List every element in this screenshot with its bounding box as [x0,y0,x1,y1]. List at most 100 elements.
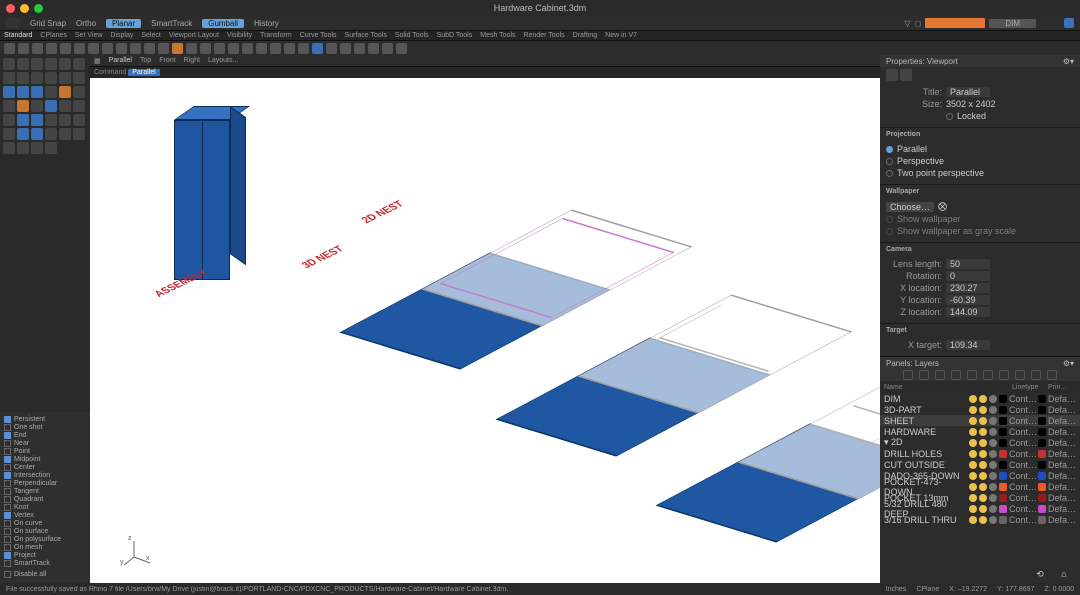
bulb-icon[interactable] [969,428,977,436]
tool-icon[interactable] [4,43,15,54]
print-swatch[interactable] [1038,395,1046,403]
lock-icon[interactable] [989,417,997,425]
rotation-field[interactable]: 0 [946,271,990,281]
palette-tool-icon[interactable] [73,128,85,140]
lock-icon[interactable] [989,439,997,447]
color-swatch[interactable] [999,505,1007,513]
layer-tool-icon[interactable] [1031,370,1041,380]
print-swatch[interactable] [1038,428,1046,436]
palette-tool-icon[interactable] [17,128,29,140]
lock-icon[interactable] [989,505,997,513]
color-swatch[interactable] [999,439,1007,447]
bulb-icon[interactable] [979,505,987,513]
print-cell[interactable]: Defa… [1048,394,1076,404]
print-swatch[interactable] [1038,439,1046,447]
osnap-on-polysurface[interactable]: On polysurface [4,536,86,543]
layer-row[interactable]: 5/32 DRILL 480 DEEPCont…Defa… [880,503,1080,514]
palette-tool-icon[interactable] [45,114,57,126]
checkbox-icon[interactable] [4,456,11,463]
layer-row[interactable]: ▾ 2DCont…Defa… [880,437,1080,448]
print-cell[interactable]: Defa… [1048,416,1076,426]
bulb-icon[interactable] [969,417,977,425]
print-swatch[interactable] [1038,406,1046,414]
palette-tool-icon[interactable] [45,128,57,140]
palette-tool-icon[interactable] [59,58,71,70]
bulb-icon[interactable] [979,417,987,425]
linetype-cell[interactable]: Cont… [1009,515,1037,525]
palette-tool-icon[interactable] [73,100,85,112]
checkbox-icon[interactable] [4,496,11,503]
palette-tool-icon[interactable] [45,86,57,98]
palette-tool-icon[interactable] [3,100,15,112]
palette-tool-icon[interactable] [45,58,57,70]
tab-setview[interactable]: Set View [75,32,103,39]
color-swatch[interactable] [999,494,1007,502]
tool-icon[interactable] [158,43,169,54]
app-icon[interactable] [6,18,20,28]
layer-row[interactable]: CUT OUTSIDECont…Defa… [880,459,1080,470]
prop-tab-icon[interactable] [886,69,898,81]
tab-layouts[interactable]: Layouts... [208,57,238,64]
layer-row[interactable]: DIMCont…Defa… [880,393,1080,404]
tab-parallel[interactable]: Parallel [109,57,132,64]
targetx-field[interactable]: 109.34 [946,340,990,350]
osnap-persistent[interactable]: Persistent [4,416,86,423]
palette-tool-icon[interactable] [45,100,57,112]
bulb-icon[interactable] [979,406,987,414]
bottom-btn-a[interactable]: ⟲ [1030,569,1050,580]
layer-tool-icon[interactable] [967,370,977,380]
palette-tool-icon[interactable] [31,72,43,84]
checkbox-icon[interactable] [4,504,11,511]
planar-toggle[interactable]: Planar [106,19,141,28]
radio-twopoint[interactable] [886,170,893,177]
tab-subd[interactable]: SubD Tools [437,32,473,39]
lock-icon[interactable] [989,406,997,414]
tab-drafting[interactable]: Drafting [573,32,598,39]
tool-icon[interactable] [228,43,239,54]
palette-tool-icon[interactable] [3,58,15,70]
print-swatch[interactable] [1038,483,1046,491]
bulb-icon[interactable] [979,450,987,458]
bulb-icon[interactable] [969,395,977,403]
color-swatch[interactable] [999,516,1007,524]
osnap-knot[interactable]: Knot [4,504,86,511]
osnap-one-shot[interactable]: One shot [4,424,86,431]
tool-icon[interactable] [396,43,407,54]
lock-icon[interactable] [989,472,997,480]
bottom-btn-b[interactable]: ⌂ [1054,569,1074,580]
close-icon[interactable] [6,4,15,13]
layer-tool-icon[interactable] [903,370,913,380]
osnap-midpoint[interactable]: Midpoint [4,456,86,463]
checkbox-icon[interactable] [4,472,11,479]
tab-mesh[interactable]: Mesh Tools [480,32,515,39]
status-units[interactable]: Inches [886,586,907,593]
print-swatch[interactable] [1038,505,1046,513]
palette-tool-icon[interactable] [31,86,43,98]
vp-grid-icon[interactable]: ▦ [94,57,101,65]
osnap-quadrant[interactable]: Quadrant [4,496,86,503]
palette-tool-icon[interactable] [73,114,85,126]
linetype-cell[interactable]: Cont… [1009,427,1037,437]
osnap-tangent[interactable]: Tangent [4,488,86,495]
osnap-vertex[interactable]: Vertex [4,512,86,519]
radio-parallel[interactable] [886,146,893,153]
palette-tool-icon[interactable] [17,100,29,112]
osnap-near[interactable]: Near [4,440,86,447]
palette-tool-icon[interactable] [31,142,43,154]
linetype-cell[interactable]: Cont… [1009,482,1037,492]
color-swatch[interactable] [999,417,1007,425]
lens-field[interactable]: 50 [946,259,990,269]
bulb-icon[interactable] [979,494,987,502]
palette-tool-icon[interactable] [17,86,29,98]
bulb-icon[interactable] [979,472,987,480]
zoom-icon[interactable] [34,4,43,13]
tool-icon[interactable] [214,43,225,54]
linetype-cell[interactable]: Cont… [1009,449,1037,459]
print-cell[interactable]: Defa… [1048,482,1076,492]
tool-icon[interactable] [340,43,351,54]
print-swatch[interactable] [1038,516,1046,524]
checkbox-icon[interactable] [4,520,11,527]
palette-tool-icon[interactable] [3,86,15,98]
print-cell[interactable]: Defa… [1048,449,1076,459]
tool-icon[interactable] [312,43,323,54]
